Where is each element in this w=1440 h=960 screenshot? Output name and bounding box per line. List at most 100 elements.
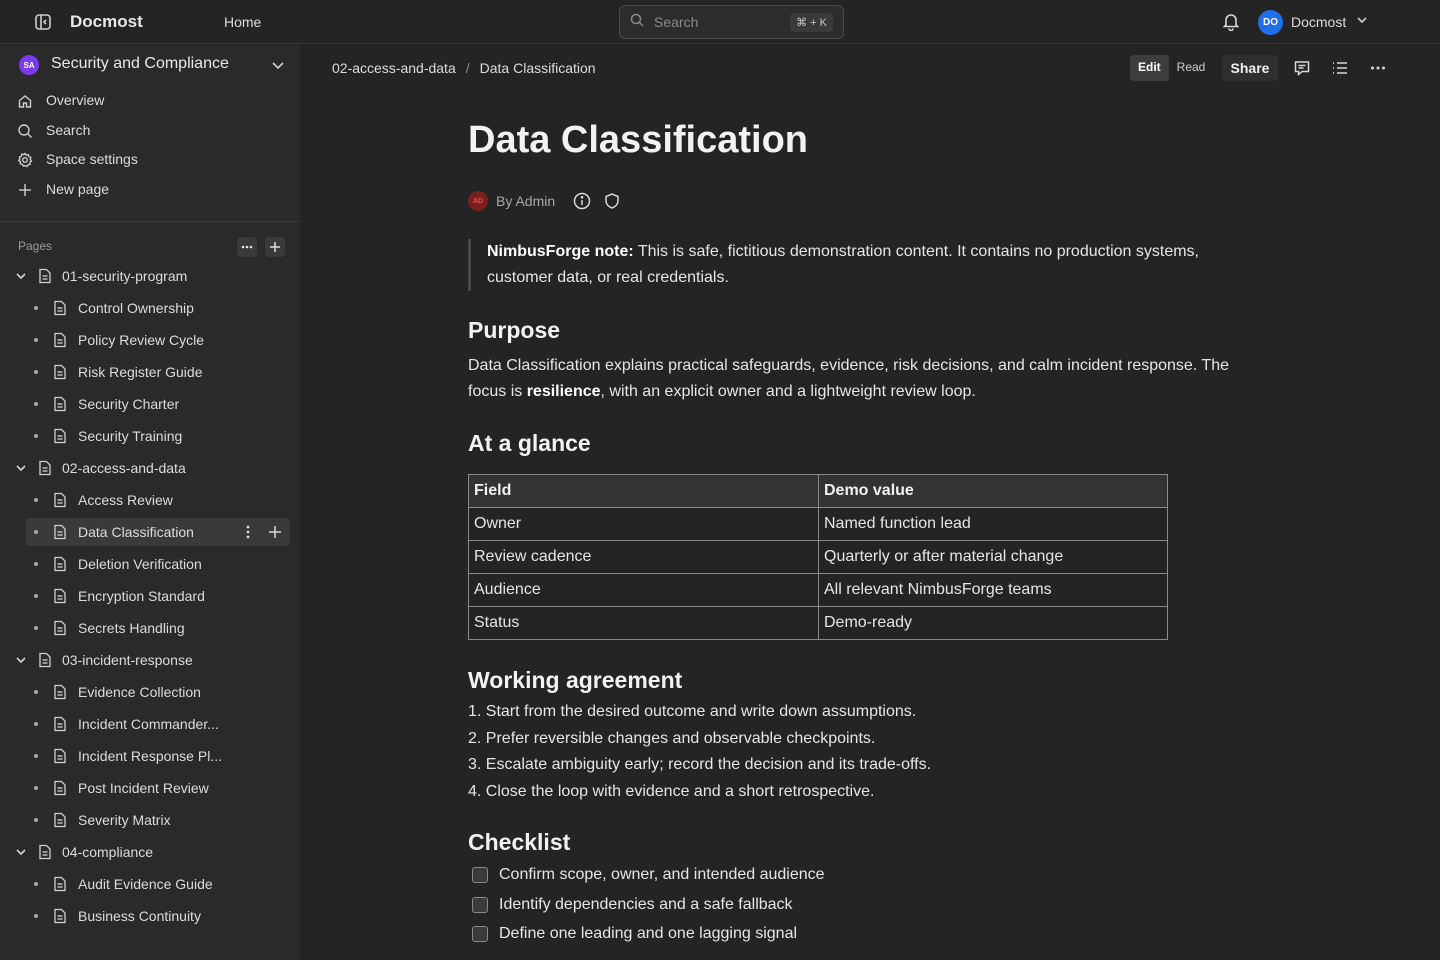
sidebar-item-overview[interactable]: Overview bbox=[0, 87, 300, 115]
tree-item[interactable]: 02-access-and-data bbox=[16, 454, 290, 482]
tree-item[interactable]: Severity Matrix bbox=[26, 806, 290, 834]
tree-item[interactable]: 01-security-program bbox=[16, 262, 290, 290]
document-icon bbox=[53, 620, 67, 636]
info-icon[interactable] bbox=[573, 192, 591, 210]
share-button[interactable]: Share bbox=[1222, 55, 1278, 81]
tree-item-label: 03-incident-response bbox=[62, 652, 193, 668]
tree-item[interactable]: Risk Register Guide bbox=[26, 358, 290, 386]
read-mode-button[interactable]: Read bbox=[1169, 55, 1214, 81]
tree-item[interactable]: Data Classification bbox=[26, 518, 290, 546]
tree-item[interactable]: Audit Evidence Guide bbox=[26, 870, 290, 898]
vertical-dots-icon[interactable] bbox=[240, 524, 256, 540]
tree-item[interactable]: Secrets Handling bbox=[26, 614, 290, 642]
document-icon bbox=[53, 780, 67, 796]
tree-item-label: Business Continuity bbox=[78, 908, 201, 924]
note-label: NimbusForge note: bbox=[487, 243, 634, 260]
tree-item-label: Security Training bbox=[78, 428, 183, 444]
note-callout: NimbusForge note: This is safe, fictitio… bbox=[468, 239, 1248, 291]
sidebar-toggle-icon[interactable] bbox=[33, 12, 53, 32]
table-cell[interactable]: Audience bbox=[468, 573, 819, 607]
search-box[interactable]: Search ⌘ + K bbox=[619, 5, 844, 39]
checklist-heading: Checklist bbox=[468, 829, 571, 855]
tree-item[interactable]: 04-compliance bbox=[16, 838, 290, 866]
breadcrumb-item[interactable]: Data Classification bbox=[480, 60, 596, 76]
document-icon bbox=[53, 300, 67, 316]
tree-item[interactable]: Post Incident Review bbox=[26, 774, 290, 802]
chevron-down-icon bbox=[270, 57, 286, 78]
bullet-icon bbox=[34, 690, 38, 694]
chevron-down-icon[interactable] bbox=[14, 845, 28, 859]
document-icon bbox=[53, 492, 67, 508]
bullet-icon bbox=[34, 786, 38, 790]
tree-item-label: Security Charter bbox=[78, 396, 180, 412]
tree-item[interactable]: 03-incident-response bbox=[16, 646, 290, 674]
document-icon bbox=[53, 716, 67, 732]
table-cell[interactable]: Status bbox=[468, 606, 819, 640]
document-icon bbox=[53, 364, 67, 380]
page-title[interactable]: Data Classification bbox=[468, 119, 808, 162]
list-item: 3. Escalate ambiguity early; record the … bbox=[468, 756, 932, 773]
app-name[interactable]: Docmost bbox=[70, 12, 143, 32]
tree-item-label: Deletion Verification bbox=[78, 556, 202, 572]
tree-item[interactable]: Incident Commander... bbox=[26, 710, 290, 738]
plus-icon[interactable] bbox=[267, 524, 283, 540]
table-cell[interactable]: Named function lead bbox=[818, 507, 1168, 541]
pages-more-icon[interactable] bbox=[237, 237, 257, 257]
bullet-icon bbox=[34, 530, 38, 534]
bell-icon[interactable] bbox=[1221, 11, 1241, 32]
list-item: 1. Start from the desired outcome and wr… bbox=[468, 703, 917, 720]
tree-item[interactable]: Deletion Verification bbox=[26, 550, 290, 578]
chevron-down-icon[interactable] bbox=[14, 653, 28, 667]
breadcrumb-item[interactable]: 02-access-and-data bbox=[332, 60, 456, 76]
table-header: Demo value bbox=[818, 474, 1168, 508]
sidebar-item-label: Space settings bbox=[46, 151, 138, 167]
checklist-item: Define one leading and one lagging signa… bbox=[472, 924, 797, 944]
tree-item[interactable]: Access Review bbox=[26, 486, 290, 514]
table-header-row: Field Demo value bbox=[468, 474, 1168, 508]
sidebar-item-search[interactable]: Search bbox=[0, 117, 300, 145]
byline: AD By Admin bbox=[468, 191, 621, 211]
document-icon bbox=[38, 460, 52, 476]
document-icon bbox=[53, 748, 67, 764]
user-menu[interactable]: DO Docmost bbox=[1258, 9, 1368, 35]
table-cell[interactable]: Review cadence bbox=[468, 540, 819, 574]
tree-item[interactable]: Security Training bbox=[26, 422, 290, 450]
tree-item[interactable]: Incident Response Pl... bbox=[26, 742, 290, 770]
comments-icon[interactable] bbox=[1293, 59, 1311, 77]
table-cell[interactable]: Quarterly or after material change bbox=[818, 540, 1168, 574]
user-name: Docmost bbox=[1291, 14, 1347, 30]
tree-item[interactable]: Security Charter bbox=[26, 390, 290, 418]
checkbox[interactable] bbox=[472, 867, 488, 883]
sidebar-item-new-page[interactable]: New page bbox=[0, 176, 300, 204]
sidebar-item-space-settings[interactable]: Space settings bbox=[0, 146, 300, 174]
space-switcher[interactable]: SA Security and Compliance bbox=[0, 45, 300, 85]
tree-item[interactable]: Business Continuity bbox=[26, 902, 290, 930]
table-cell[interactable]: Owner bbox=[468, 507, 819, 541]
more-options-icon[interactable] bbox=[1369, 59, 1387, 77]
bullet-icon bbox=[34, 914, 38, 918]
checklist-item: Identify dependencies and a safe fallbac… bbox=[472, 895, 793, 915]
document-icon bbox=[53, 812, 67, 828]
tree-item[interactable]: Evidence Collection bbox=[26, 678, 290, 706]
tree-item-label: 01-security-program bbox=[62, 268, 188, 284]
sidebar-divider bbox=[0, 221, 300, 222]
chevron-down-icon[interactable] bbox=[14, 269, 28, 283]
table-of-contents-icon[interactable] bbox=[1331, 59, 1349, 77]
home-link[interactable]: Home bbox=[224, 14, 261, 30]
checkbox[interactable] bbox=[472, 926, 488, 942]
checkbox[interactable] bbox=[472, 897, 488, 913]
tree-item-label: 02-access-and-data bbox=[62, 460, 186, 476]
chevron-down-icon[interactable] bbox=[14, 461, 28, 475]
checklist-item-label: Define one leading and one lagging signa… bbox=[499, 925, 798, 942]
tree-item[interactable]: Encryption Standard bbox=[26, 582, 290, 610]
shield-icon[interactable] bbox=[603, 192, 621, 210]
table-cell[interactable]: All relevant NimbusForge teams bbox=[818, 573, 1168, 607]
add-page-icon[interactable] bbox=[265, 237, 285, 257]
document-icon bbox=[53, 428, 67, 444]
tree-item[interactable]: Policy Review Cycle bbox=[26, 326, 290, 354]
tree-item-label: Policy Review Cycle bbox=[78, 332, 205, 348]
bullet-icon bbox=[34, 434, 38, 438]
edit-mode-button[interactable]: Edit bbox=[1130, 55, 1169, 81]
tree-item[interactable]: Control Ownership bbox=[26, 294, 290, 322]
table-cell[interactable]: Demo-ready bbox=[818, 606, 1168, 640]
